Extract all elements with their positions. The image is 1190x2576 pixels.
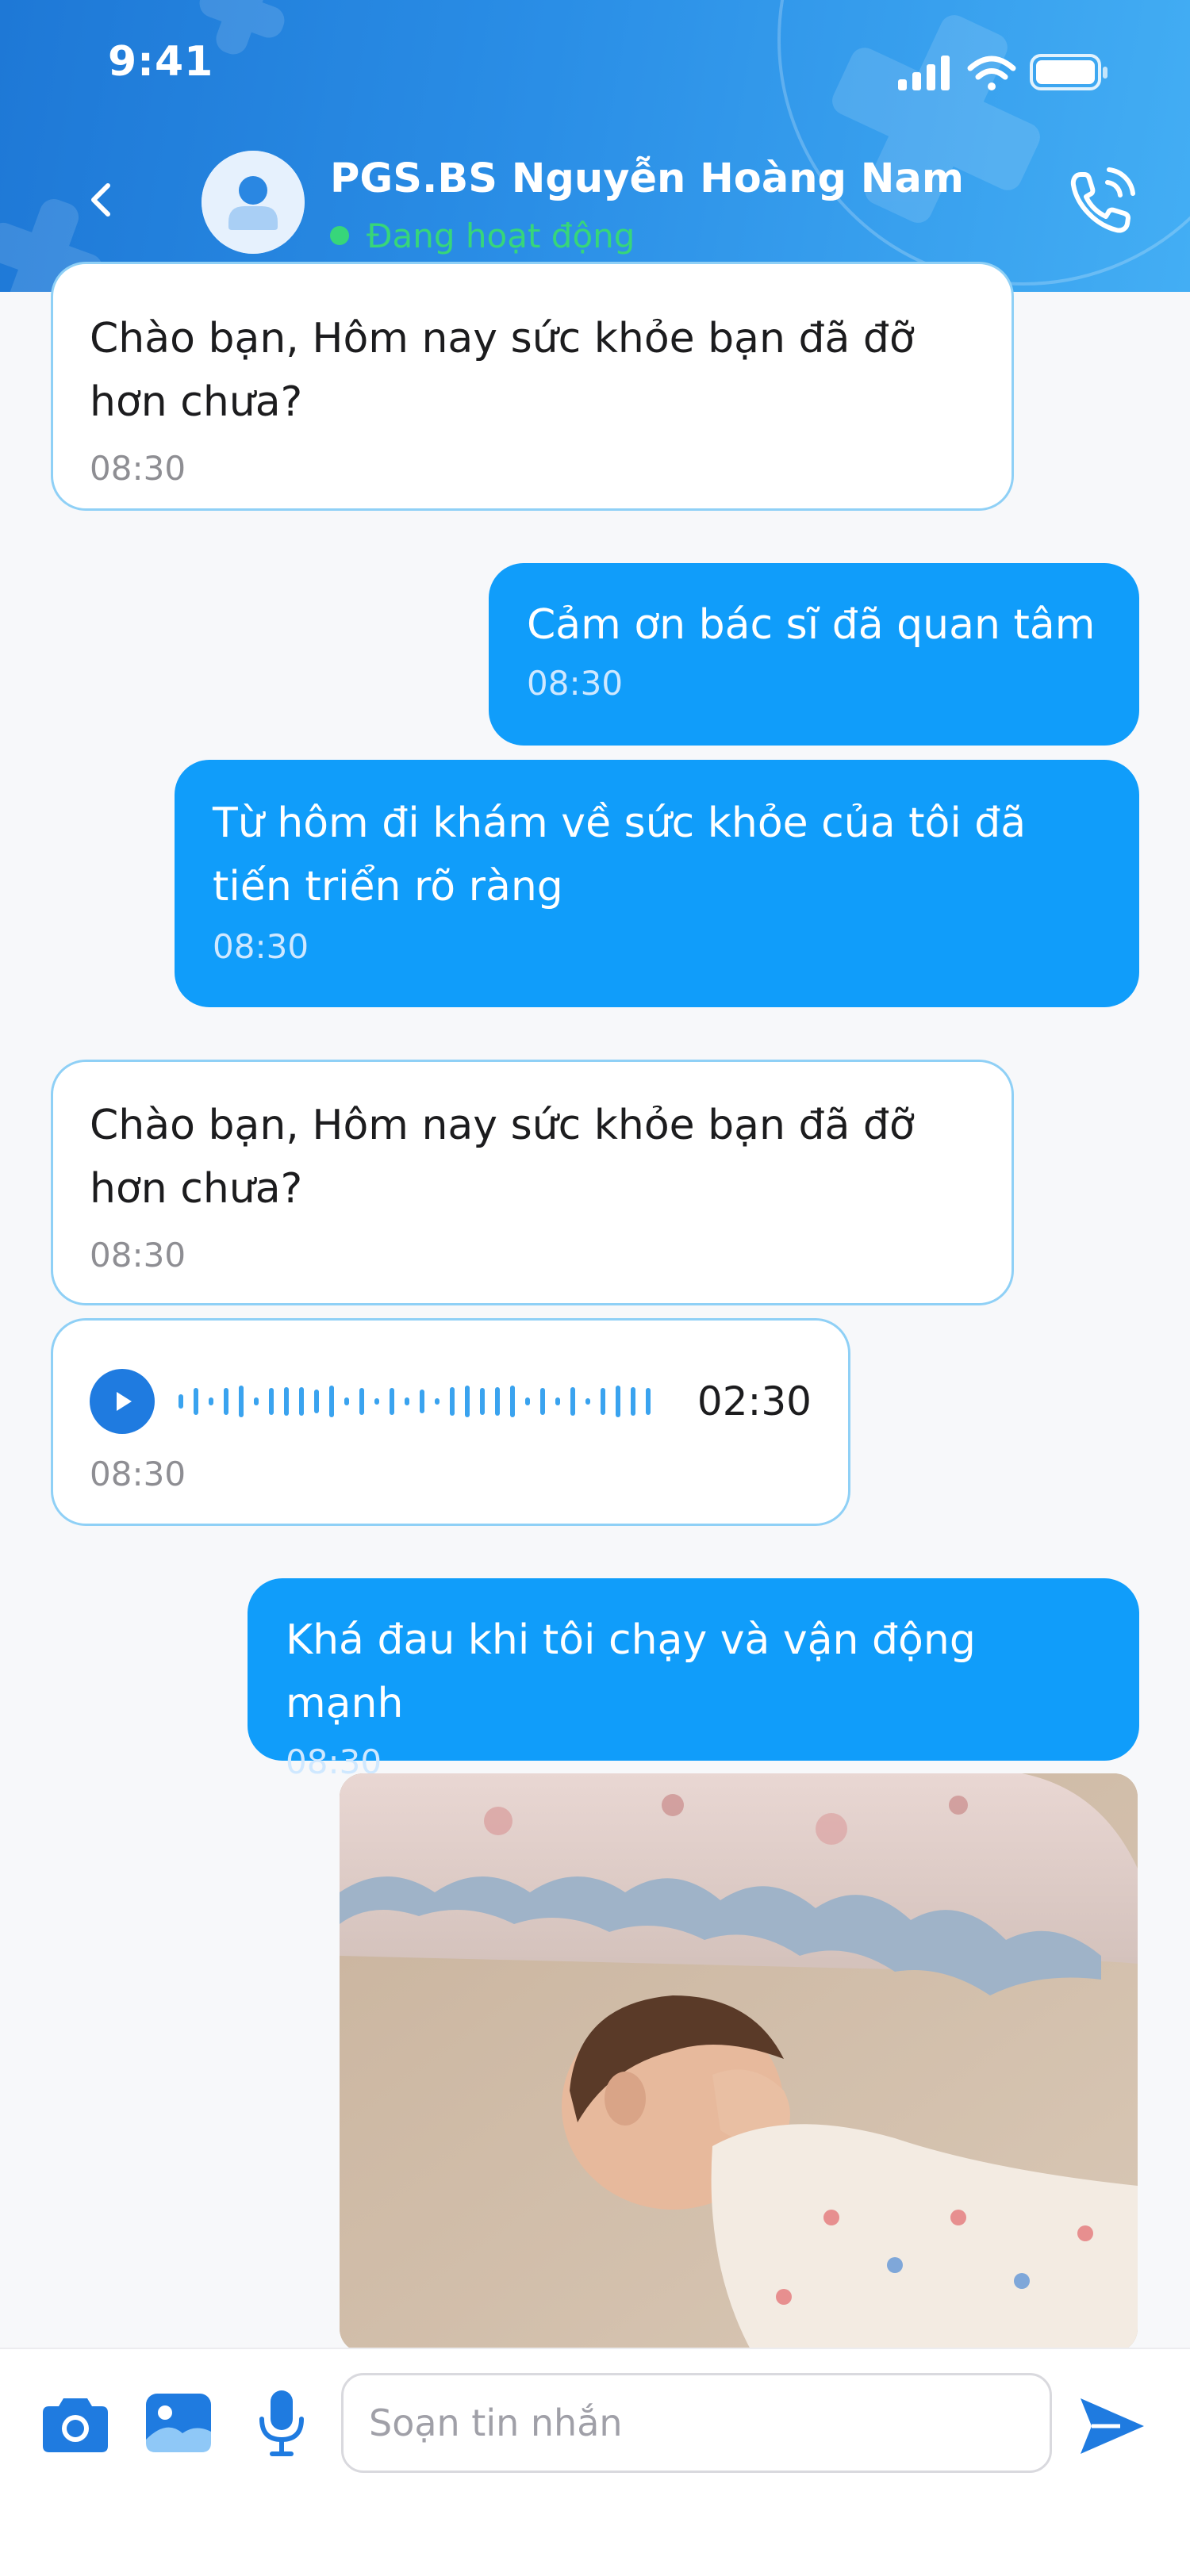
status-time: 9:41 bbox=[108, 38, 214, 86]
message-text-line: Khá đau khi tôi chạy và vận động mạnh bbox=[286, 1616, 976, 1727]
cellular-signal-icon bbox=[898, 56, 950, 90]
back-chevron-icon[interactable] bbox=[73, 171, 130, 228]
battery-icon bbox=[1030, 54, 1107, 90]
microphone-icon[interactable] bbox=[246, 2387, 317, 2459]
waveform-bar bbox=[585, 1398, 590, 1405]
waveform-bar bbox=[390, 1388, 394, 1415]
camera-icon[interactable] bbox=[40, 2387, 111, 2459]
voice-player: 02:30 bbox=[90, 1362, 812, 1441]
waveform-bar bbox=[480, 1388, 485, 1415]
waveform-bar bbox=[194, 1388, 198, 1415]
message-text-line: hơn chưa? bbox=[90, 378, 303, 426]
audio-waveform bbox=[178, 1386, 651, 1417]
doctor-name: PGS.BS Nguyễn Hoàng Nam bbox=[330, 155, 965, 202]
waveform-bar bbox=[510, 1386, 515, 1417]
outgoing-message[interactable]: Cảm ơn bác sĩ đã quan tâm 08:30 bbox=[489, 563, 1139, 746]
status-icons bbox=[898, 54, 1107, 90]
waveform-bar bbox=[284, 1387, 289, 1416]
message-input-field[interactable] bbox=[341, 2373, 1052, 2473]
message-text-line: Từ hôm đi khám về sức khỏe của tôi đã bbox=[213, 799, 1027, 847]
waveform-bar bbox=[420, 1390, 424, 1413]
waveform-bar bbox=[540, 1388, 545, 1415]
message-text-line: Chào bạn, Hôm nay sức khỏe bạn đã đỡ bbox=[90, 1102, 915, 1149]
status-bar: 9:41 bbox=[0, 0, 1190, 135]
message-time: 08:30 bbox=[90, 449, 186, 488]
voice-message[interactable]: 02:30 08:30 bbox=[51, 1318, 850, 1526]
waveform-bar bbox=[450, 1387, 455, 1416]
waveform-bar bbox=[344, 1397, 349, 1405]
sleeping-baby-photo[interactable] bbox=[340, 1773, 1138, 2352]
message-text-line: Cảm ơn bác sĩ đã quan tâm bbox=[527, 601, 1096, 649]
message-time: 08:30 bbox=[527, 664, 624, 703]
waveform-bar bbox=[631, 1387, 635, 1416]
waveform-bar bbox=[465, 1386, 470, 1417]
message-text-line: tiến triển rõ ràng bbox=[213, 863, 563, 910]
voice-duration: 02:30 bbox=[697, 1378, 812, 1424]
incoming-message[interactable]: Chào bạn, Hôm nay sức khỏe bạn đã đỡ hơn… bbox=[51, 262, 1014, 511]
waveform-bar bbox=[359, 1388, 364, 1415]
online-status-text: Đang hoạt động bbox=[367, 216, 635, 255]
waveform-bar bbox=[239, 1386, 244, 1417]
waveform-bar bbox=[224, 1388, 228, 1415]
waveform-bar bbox=[405, 1397, 409, 1405]
play-icon[interactable] bbox=[90, 1369, 155, 1434]
wifi-icon bbox=[967, 56, 1016, 90]
online-dot-icon bbox=[330, 226, 349, 245]
online-status: Đang hoạt động bbox=[330, 216, 635, 255]
waveform-bar bbox=[616, 1386, 620, 1417]
photo-illustration bbox=[340, 1773, 1138, 2352]
message-input[interactable] bbox=[369, 2402, 1050, 2444]
waveform-bar bbox=[495, 1387, 500, 1416]
waveform-bar bbox=[570, 1387, 575, 1416]
waveform-bar bbox=[254, 1397, 259, 1405]
message-time: 08:30 bbox=[90, 1236, 186, 1275]
user-avatar-icon bbox=[202, 151, 305, 254]
phone-call-icon[interactable] bbox=[1063, 163, 1139, 240]
doctor-avatar[interactable] bbox=[202, 151, 305, 254]
message-text-line: hơn chưa? bbox=[90, 1165, 303, 1213]
waveform-bar bbox=[374, 1398, 379, 1405]
waveform-bar bbox=[209, 1397, 213, 1405]
waveform-bar bbox=[435, 1398, 440, 1405]
send-icon[interactable] bbox=[1076, 2390, 1147, 2462]
waveform-bar bbox=[555, 1397, 560, 1405]
waveform-bar bbox=[646, 1388, 651, 1415]
waveform-bar bbox=[601, 1388, 605, 1415]
waveform-bar bbox=[178, 1394, 183, 1409]
gallery-icon[interactable] bbox=[143, 2387, 214, 2459]
message-time: 08:30 bbox=[213, 927, 309, 966]
waveform-bar bbox=[314, 1390, 319, 1413]
waveform-bar bbox=[525, 1397, 530, 1405]
chat-header: 9:41 PGS.BS Nguyễn Hoàng Nam Đang hoạt đ… bbox=[0, 0, 1190, 292]
waveform-bar bbox=[269, 1388, 274, 1415]
waveform-bar bbox=[329, 1386, 334, 1417]
outgoing-message[interactable]: Từ hôm đi khám về sức khỏe của tôi đã ti… bbox=[175, 760, 1139, 1007]
outgoing-message[interactable]: Khá đau khi tôi chạy và vận động mạnh 08… bbox=[248, 1578, 1139, 1781]
message-text-line: Chào bạn, Hôm nay sức khỏe bạn đã đỡ bbox=[90, 315, 915, 362]
message-time: 08:30 bbox=[90, 1455, 186, 1493]
incoming-message[interactable]: Chào bạn, Hôm nay sức khỏe bạn đã đỡ hơn… bbox=[51, 1060, 1014, 1305]
waveform-bar bbox=[299, 1387, 304, 1416]
message-composer bbox=[0, 2348, 1190, 2576]
